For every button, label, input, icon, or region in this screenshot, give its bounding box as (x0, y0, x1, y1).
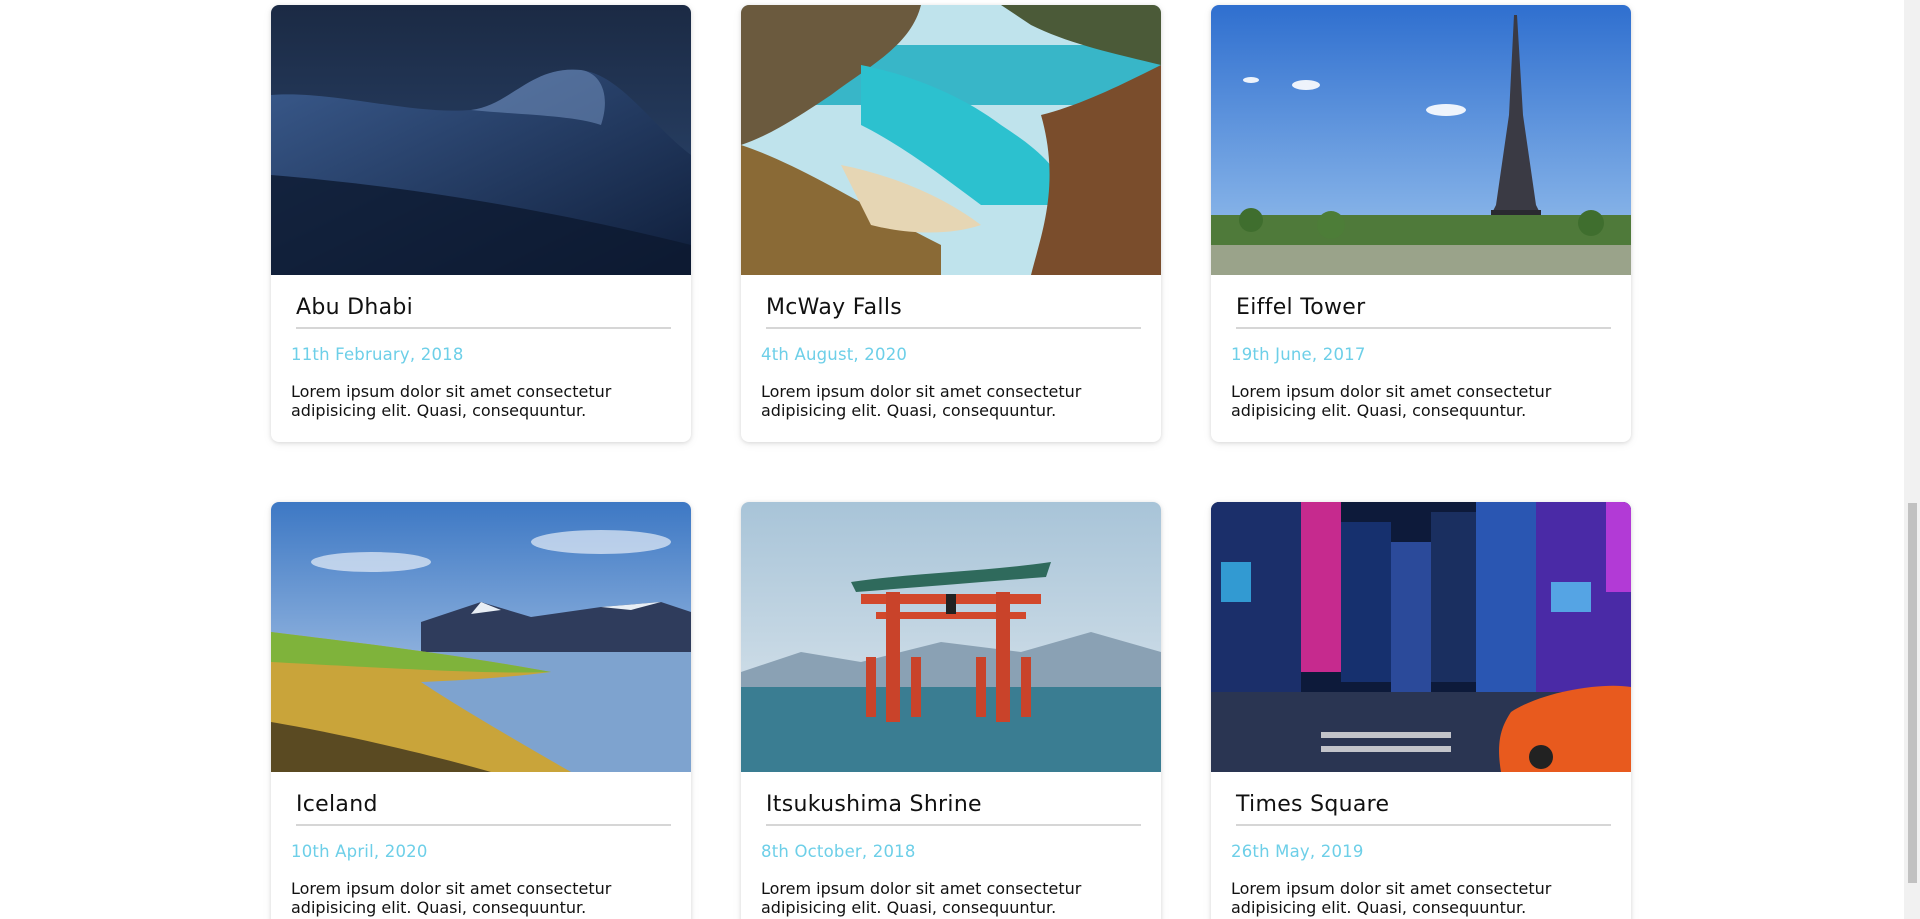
card-times-square[interactable]: Times Square 26th May, 2019 Lorem ipsum … (1211, 502, 1631, 919)
card-date: 26th May, 2019 (1231, 842, 1364, 861)
card-mcway-falls[interactable]: McWay Falls 4th August, 2020 Lorem ipsum… (741, 5, 1161, 442)
card-title: Abu Dhabi (296, 295, 414, 320)
card-image-torii (741, 502, 1161, 772)
card-abu-dhabi[interactable]: Abu Dhabi 11th February, 2018 Lorem ipsu… (271, 5, 691, 442)
card-iceland[interactable]: Iceland 10th April, 2020 Lorem ipsum dol… (271, 502, 691, 919)
title-divider (296, 824, 671, 826)
title-divider (766, 327, 1141, 329)
card-image-eiffel (1211, 5, 1631, 275)
card-grid: Abu Dhabi 11th February, 2018 Lorem ipsu… (271, 5, 1631, 919)
card-description: Lorem ipsum dolor sit amet consectetur a… (761, 879, 1082, 917)
card-title: McWay Falls (766, 295, 903, 320)
card-title: Iceland (296, 792, 378, 817)
card-description: Lorem ipsum dolor sit amet consectetur a… (761, 382, 1082, 420)
card-description: Lorem ipsum dolor sit amet consectetur a… (1231, 382, 1552, 420)
card-title: Itsukushima Shrine (766, 792, 982, 817)
card-date: 4th August, 2020 (761, 345, 908, 364)
card-date: 8th October, 2018 (761, 842, 916, 861)
card-title: Eiffel Tower (1236, 295, 1366, 320)
card-title: Times Square (1236, 792, 1390, 817)
title-divider (1236, 824, 1611, 826)
vertical-scrollbar[interactable] (1904, 0, 1920, 919)
card-description: Lorem ipsum dolor sit amet consectetur a… (291, 879, 612, 917)
card-date: 10th April, 2020 (291, 842, 428, 861)
title-divider (296, 327, 671, 329)
card-itsukushima-shrine[interactable]: Itsukushima Shrine 8th October, 2018 Lor… (741, 502, 1161, 919)
page: Abu Dhabi 11th February, 2018 Lorem ipsu… (0, 0, 1920, 919)
card-image-fjord (271, 502, 691, 772)
card-eiffel-tower[interactable]: Eiffel Tower 19th June, 2017 Lorem ipsum… (1211, 5, 1631, 442)
card-description: Lorem ipsum dolor sit amet consectetur a… (1231, 879, 1552, 917)
card-description: Lorem ipsum dolor sit amet consectetur a… (291, 382, 612, 420)
card-image-cove (741, 5, 1161, 275)
title-divider (1236, 327, 1611, 329)
card-image-city (1211, 502, 1631, 772)
title-divider (766, 824, 1141, 826)
card-image-desert (271, 5, 691, 275)
card-date: 19th June, 2017 (1231, 345, 1366, 364)
card-date: 11th February, 2018 (291, 345, 464, 364)
scrollbar-thumb[interactable] (1908, 503, 1917, 883)
